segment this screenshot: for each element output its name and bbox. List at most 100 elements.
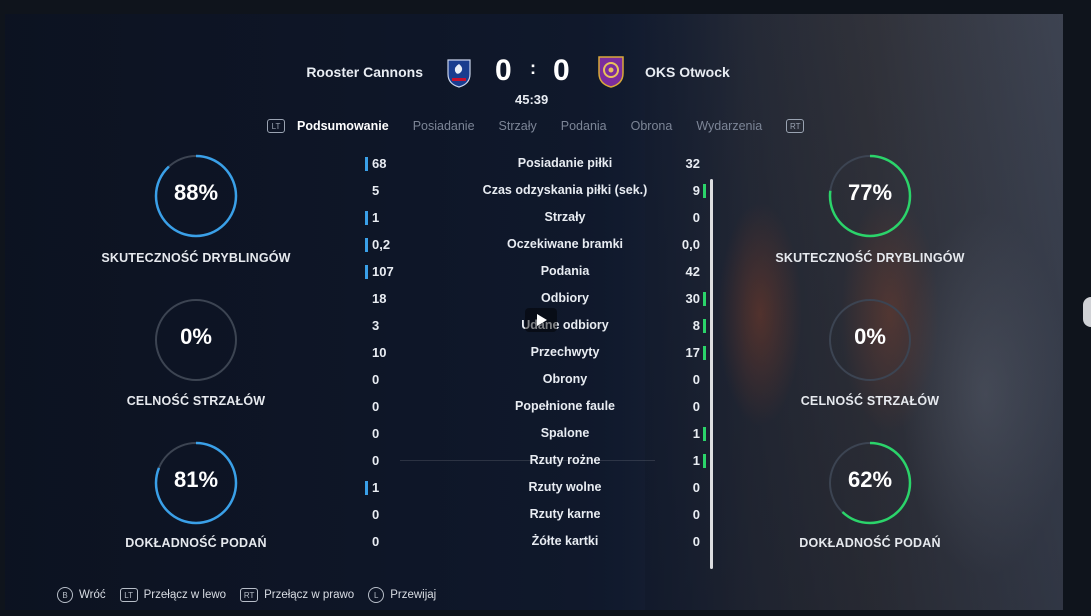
row-highlight-line xyxy=(400,460,655,461)
stat-row: 0 Obrony 0 xyxy=(365,370,725,392)
stat-row: 1 Strzały 0 xyxy=(365,208,725,230)
away-ring-3: 62% xyxy=(827,440,913,526)
footer-back[interactable]: B Wróć xyxy=(57,587,106,603)
home-lead-bar xyxy=(365,481,368,495)
away-lead-bar xyxy=(703,184,706,198)
home-ring-value: 81% xyxy=(173,467,219,492)
stat-row: 107 Podania 42 xyxy=(365,262,725,284)
stat-row: 0 Spalone 1 xyxy=(365,424,725,446)
scoreboard: Rooster Cannons 0 : 0 OKS Otwock 45:39 xyxy=(5,54,1063,107)
away-stat-value: 0 xyxy=(692,507,700,522)
home-stat-value: 3 xyxy=(372,318,380,333)
controls-footer: B Wróć LT Przełącz w lewo RT Przełącz w … xyxy=(57,584,450,606)
rt-button-icon: RT xyxy=(240,588,259,602)
away-lead-bar xyxy=(703,427,706,441)
away-ring-1: 77% xyxy=(827,153,913,239)
away-ring-2: 0% xyxy=(827,297,913,383)
footer-switch-right[interactable]: RT Przełącz w prawo xyxy=(240,588,354,602)
away-stat-value: 0 xyxy=(692,534,700,549)
away-stat-value: 0 xyxy=(692,372,700,387)
b-button-icon: B xyxy=(57,587,73,603)
home-stat-value: 1 xyxy=(372,480,380,495)
stat-row: 5 Czas odzyskania piłki (sek.) 9 xyxy=(365,181,725,203)
tab-obrona[interactable]: Obrona xyxy=(631,119,673,133)
tab-podsumowanie[interactable]: Podsumowanie xyxy=(297,119,389,133)
home-ring-1: 88% xyxy=(153,153,239,239)
video-frame: Rooster Cannons 0 : 0 OKS Otwock 45:39 L… xyxy=(5,14,1063,610)
play-icon[interactable] xyxy=(525,308,557,332)
footer-back-label: Wróć xyxy=(79,589,106,601)
tab-strzaly[interactable]: Strzały xyxy=(499,119,537,133)
home-ring-2: 0% xyxy=(153,297,239,383)
footer-scroll-label: Przewijaj xyxy=(390,589,437,601)
lt-button-icon[interactable]: LT xyxy=(267,119,285,133)
away-stat-value: 0 xyxy=(692,399,700,414)
stat-row: 0 Żółte kartki 0 xyxy=(365,532,725,554)
home-lead-bar xyxy=(365,265,368,279)
away-ring-value: 0% xyxy=(854,324,886,349)
home-team-crest-icon xyxy=(447,59,471,88)
footer-scroll[interactable]: L Przewijaj xyxy=(368,587,436,603)
home-stat-value: 10 xyxy=(372,345,387,360)
home-stat-value: 0 xyxy=(372,426,380,441)
away-stat-value: 8 xyxy=(692,318,700,333)
away-stat-value: 0 xyxy=(692,210,700,225)
away-lead-bar xyxy=(703,346,706,360)
score-separator: : xyxy=(530,58,536,78)
home-stat-value: 0 xyxy=(372,507,380,522)
away-column-divider xyxy=(710,179,713,569)
away-ring-value: 77% xyxy=(847,180,893,205)
home-stat-value: 107 xyxy=(372,264,394,279)
match-clock: 45:39 xyxy=(515,92,549,107)
footer-switch-left[interactable]: LT Przełącz w lewo xyxy=(119,588,227,602)
home-ring-value: 88% xyxy=(173,180,219,205)
home-stat-value: 0 xyxy=(372,534,380,549)
away-ring-label: CELNOŚĆ STRZAŁÓW xyxy=(800,394,940,408)
away-team-crest-icon xyxy=(598,56,624,88)
home-ring-label: DOKŁADNOŚĆ PODAŃ xyxy=(125,536,267,550)
stat-row: 10 Przechwyty 17 xyxy=(365,343,725,365)
home-ring-value: 0% xyxy=(180,324,212,349)
home-stat-value: 68 xyxy=(372,156,387,171)
home-stat-value: 0 xyxy=(372,453,380,468)
home-score: 0 xyxy=(495,54,512,87)
home-team-name: Rooster Cannons xyxy=(306,64,423,80)
away-team-name: OKS Otwock xyxy=(645,64,730,80)
stats-tabs: LT Podsumowanie Posiadanie Strzały Podan… xyxy=(267,116,805,136)
tab-podania[interactable]: Podania xyxy=(561,119,607,133)
home-stat-value: 0 xyxy=(372,372,380,387)
away-ring-label: SKUTECZNOŚĆ DRYBLINGÓW xyxy=(775,251,965,265)
stat-row: 0,2 Oczekiwane bramki 0,0 xyxy=(365,235,725,257)
tab-wydarzenia[interactable]: Wydarzenia xyxy=(696,119,762,133)
home-ring-label: CELNOŚĆ STRZAŁÓW xyxy=(126,394,266,408)
away-stat-value: 17 xyxy=(685,345,700,360)
away-score: 0 xyxy=(553,54,570,87)
away-stat-value: 0,0 xyxy=(681,237,700,252)
footer-switch-left-label: Przełącz w lewo xyxy=(143,589,227,601)
home-stat-value: 5 xyxy=(372,183,380,198)
away-lead-bar xyxy=(703,292,706,306)
stat-row: 1 Rzuty wolne 0 xyxy=(365,478,725,500)
away-stat-value: 1 xyxy=(692,426,700,441)
home-stat-value: 18 xyxy=(372,291,387,306)
home-ring-3: 81% xyxy=(153,440,239,526)
stat-row: 0 Popełnione faule 0 xyxy=(365,397,725,419)
stat-row: 0 Rzuty karne 0 xyxy=(365,505,725,527)
home-stat-value: 0 xyxy=(372,399,380,414)
home-lead-bar xyxy=(365,238,368,252)
away-stat-value: 30 xyxy=(685,291,700,306)
away-stat-value: 0 xyxy=(692,480,700,495)
home-stat-value: 0,2 xyxy=(372,237,391,252)
lt-button-icon: LT xyxy=(119,588,138,602)
away-stat-value: 42 xyxy=(685,264,700,279)
tab-posiadanie[interactable]: Posiadanie xyxy=(413,119,475,133)
away-stat-value: 9 xyxy=(692,183,700,198)
carousel-next-handle[interactable] xyxy=(1083,297,1091,327)
home-lead-bar xyxy=(365,211,368,225)
away-stat-value: 32 xyxy=(685,156,700,171)
away-lead-bar xyxy=(703,454,706,468)
left-stick-icon: L xyxy=(368,587,385,603)
stat-row: 68 Posiadanie piłki 32 xyxy=(365,154,725,176)
footer-switch-right-label: Przełącz w prawo xyxy=(264,589,355,601)
rt-button-icon[interactable]: RT xyxy=(786,119,805,133)
